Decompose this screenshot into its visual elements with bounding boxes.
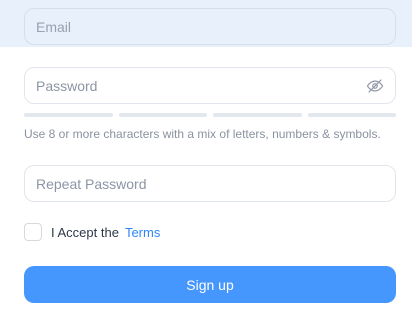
- terms-label: I Accept the: [51, 224, 119, 240]
- sign-up-button[interactable]: Sign up: [24, 266, 396, 303]
- password-placeholder: Password: [36, 77, 98, 94]
- email-placeholder: Email: [36, 18, 72, 35]
- strength-segment: [118, 113, 207, 117]
- repeat-password-field[interactable]: Repeat Password: [24, 165, 396, 202]
- password-field[interactable]: Password: [24, 67, 396, 104]
- strength-segment: [307, 113, 396, 117]
- signup-form: Email Password Use 8 or more characters …: [0, 0, 412, 311]
- strength-segment: [213, 113, 302, 117]
- email-field[interactable]: Email: [24, 8, 396, 45]
- terms-link[interactable]: Terms: [125, 225, 160, 240]
- terms-checkbox[interactable]: [24, 223, 42, 241]
- terms-row: I Accept the Terms: [24, 222, 160, 242]
- strength-segment: [24, 113, 113, 117]
- password-strength-meter: [24, 113, 396, 117]
- eye-off-icon[interactable]: [366, 77, 384, 95]
- repeat-password-placeholder: Repeat Password: [36, 175, 147, 192]
- password-hint: Use 8 or more characters with a mix of l…: [24, 127, 381, 141]
